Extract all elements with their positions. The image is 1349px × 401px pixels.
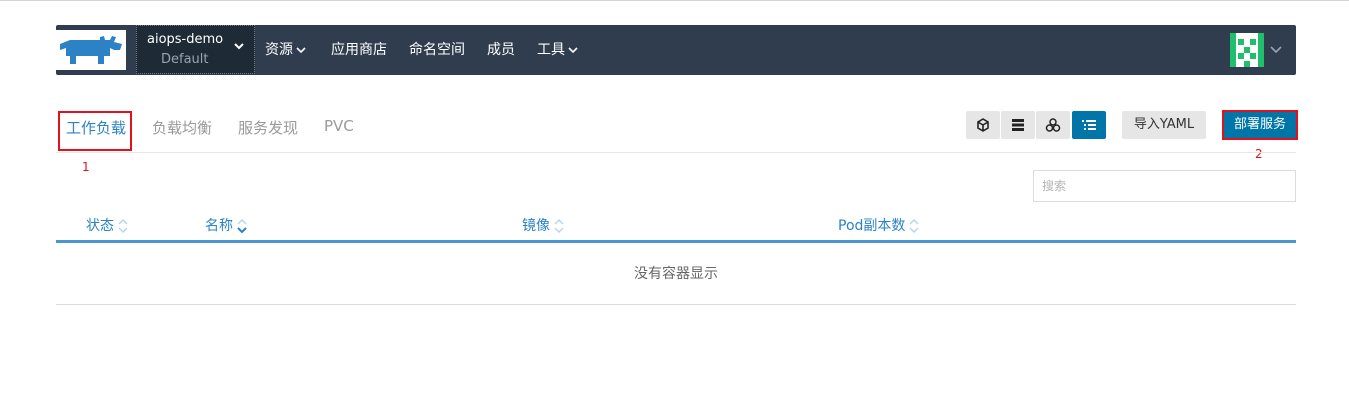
nav-tools-label: 工具 [537,42,565,58]
annotation-label: 2 [1255,147,1263,161]
import-yaml-button[interactable]: 导入YAML [1122,111,1206,139]
cluster-icon [1045,118,1061,132]
nav-catalog[interactable]: 应用商店 [331,39,387,59]
nav-resources[interactable]: 资源 [265,39,306,59]
cube-icon [977,118,989,132]
chevron-down-icon [234,43,244,50]
sort-icon [554,218,564,234]
column-header-image[interactable]: 镜像 [522,215,564,235]
sort-icon [118,218,128,234]
chevron-down-icon [296,47,306,54]
sort-desc-icon [237,218,247,234]
column-header-name[interactable]: 名称 [205,215,247,235]
rancher-logo[interactable] [56,30,126,70]
search-input[interactable] [1033,170,1296,202]
table-header-underline [56,240,1296,243]
nav-members-label: 成员 [487,42,515,58]
view-cube-button[interactable] [966,111,1000,139]
environment-switcher[interactable]: aiops-demo Default [136,25,255,74]
list-icon [1082,120,1096,130]
project-name: aiops-demo [147,32,224,47]
tabs-divider [56,152,1296,153]
tab-load-balancing[interactable]: 负载均衡 [152,117,212,138]
column-header-state[interactable]: 状态 [86,215,128,235]
table-bottom-border [56,304,1296,305]
nav-members[interactable]: 成员 [487,39,515,59]
environment-name: Default [161,52,209,67]
chevron-down-icon[interactable] [1270,45,1282,55]
annotation-label: 1 [82,160,90,174]
chevron-down-icon [568,47,578,54]
tab-pvc[interactable]: PVC [324,117,354,135]
column-header-image-label: 镜像 [522,218,550,234]
column-header-state-label: 状态 [86,218,114,234]
nav-namespaces[interactable]: 命名空间 [409,39,465,59]
view-server-button[interactable] [1001,111,1035,139]
empty-table-message: 没有容器显示 [634,266,718,282]
sort-icon [909,218,919,234]
user-avatar[interactable] [1230,33,1264,67]
tab-service-discovery[interactable]: 服务发现 [238,117,298,138]
nav-tools[interactable]: 工具 [537,39,578,59]
nav-namespaces-label: 命名空间 [409,42,465,58]
deploy-service-button[interactable]: 部署服务 [1222,110,1298,140]
column-header-pod-replicas-label: Pod副本数 [838,218,906,234]
column-header-name-label: 名称 [205,218,233,234]
window-top-border [0,0,1349,1]
server-icon [1012,119,1024,131]
view-cluster-button[interactable] [1036,111,1070,139]
nav-resources-label: 资源 [265,42,293,58]
view-list-button[interactable] [1072,111,1106,139]
highlight-box-tab [58,111,132,151]
column-header-pod-replicas[interactable]: Pod副本数 [838,215,919,235]
nav-catalog-label: 应用商店 [331,42,387,58]
